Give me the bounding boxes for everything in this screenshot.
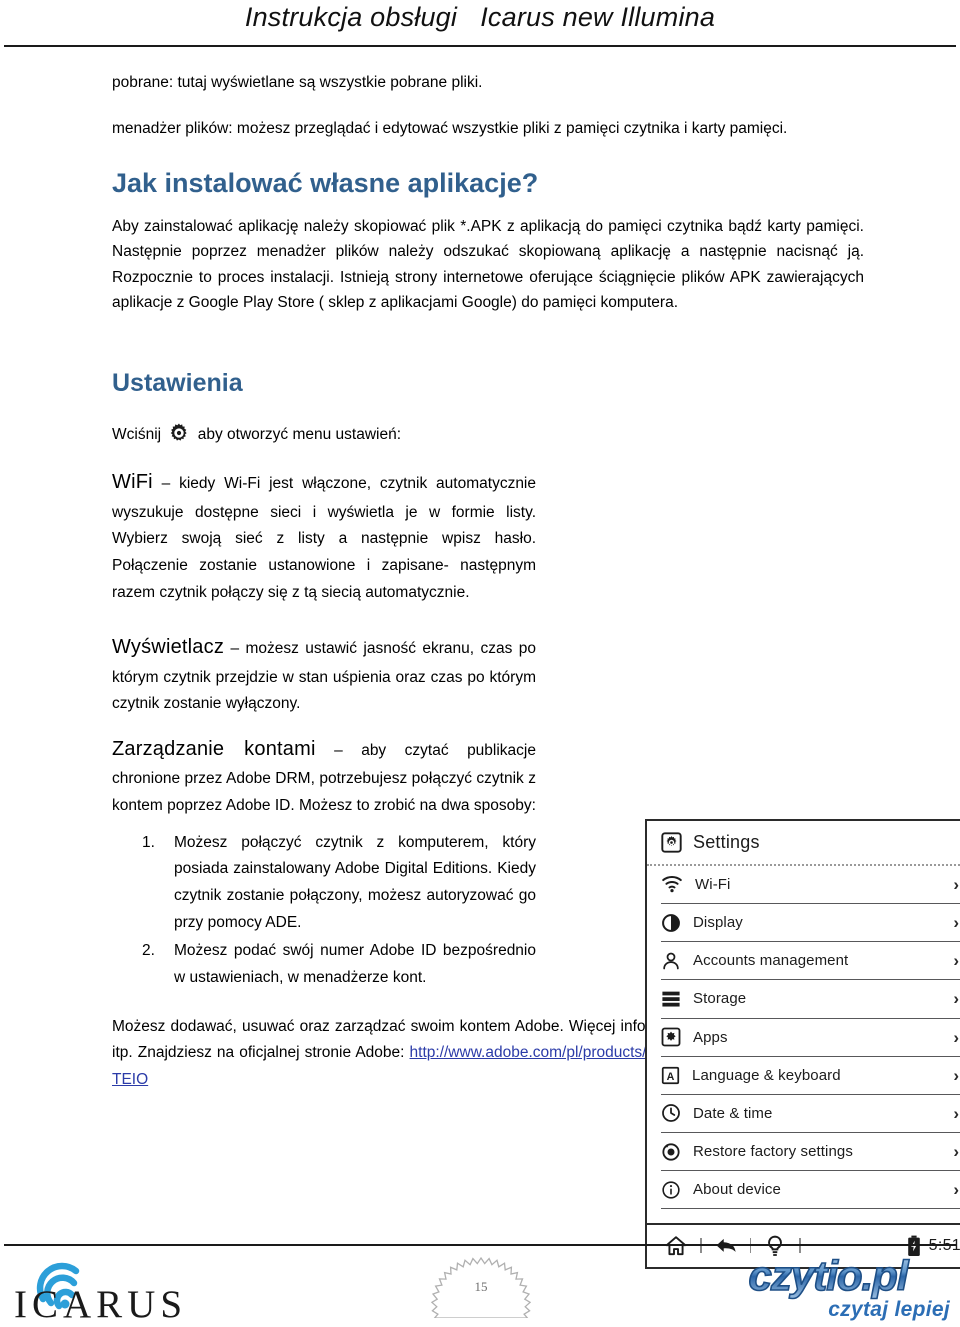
settings-row-label: Date & time — [693, 1104, 773, 1122]
document-header: Instrukcja obsługi Icarus new Illumina — [0, 0, 960, 48]
icarus-logo: ICARUS — [8, 1258, 228, 1326]
czytio-tagline: czytaj lepiej — [828, 1298, 950, 1321]
settings-gear-icon — [661, 832, 682, 853]
footer-divider — [4, 1244, 956, 1246]
settings-split-region: Wciśnij aby otworzyć menu ustawień: WiFi… — [112, 422, 960, 1269]
press-gear-line: Wciśnij aby otworzyć menu ustawień: — [112, 422, 536, 448]
chevron-right-icon: › — [953, 951, 959, 971]
document-content: pobrane: tutaj wyświetlane są wszystkie … — [112, 48, 960, 1269]
settings-row-accounts-management[interactable]: Accounts management › — [661, 942, 960, 981]
chevron-right-icon: › — [953, 874, 959, 894]
settings-row-label: Wi-Fi — [695, 875, 731, 893]
document-footer: ICARUS 15 czytio.pl czytaj lepiej — [0, 1244, 960, 1326]
wifi-body: – kiedy Wi-Fi jest włączone, czytnik aut… — [112, 475, 536, 601]
apps-icon — [661, 1027, 681, 1047]
chevron-right-icon: › — [953, 1103, 959, 1123]
intro-paragraph-filemanager: menadżer plików: możesz przeglądać i edy… — [112, 119, 788, 137]
chevron-right-icon: › — [953, 913, 959, 933]
svg-text:czytio.pl: czytio.pl — [748, 1254, 909, 1299]
storage-icon — [661, 990, 681, 1008]
language-icon: A — [661, 1066, 680, 1085]
clock-icon — [661, 1103, 681, 1123]
settings-row-label: About device — [693, 1181, 781, 1199]
press-gear-suffix: aby otworzyć menu ustawień: — [197, 425, 402, 443]
restore-icon — [661, 1142, 681, 1162]
page-number-badge: 15 — [431, 1256, 531, 1318]
header-title: Instrukcja obsługi Icarus new Illumina — [244, 2, 716, 32]
chevron-right-icon: › — [953, 989, 959, 1009]
settings-row-date-time[interactable]: Date & time › — [661, 1095, 960, 1134]
settings-row-label: Restore factory settings — [693, 1143, 853, 1161]
wifi-term: WiFi — [112, 471, 153, 494]
page-body: pobrane: tutaj wyświetlane są wszystkie … — [0, 48, 960, 1269]
list-item: Możesz podać swój numer Adobe ID bezpośr… — [142, 938, 536, 987]
settings-row-about-device[interactable]: About device › — [661, 1171, 960, 1210]
settings-row-label: Apps — [693, 1028, 728, 1046]
account-icon — [661, 951, 681, 971]
heading-settings: Ustawienia — [112, 368, 243, 397]
display-term: Wyświetlacz — [112, 636, 225, 659]
czytio-logo-wordmark: czytio.pl — [748, 1254, 912, 1300]
settings-row-display[interactable]: Display › — [661, 904, 960, 943]
device-settings-title: Settings — [693, 831, 760, 852]
header-divider — [4, 45, 956, 47]
device-settings-screenshot: Settings Wi-Fi › Display › Accounts mana… — [645, 818, 960, 1269]
settings-text-column: Wciśnij aby otworzyć menu ustawień: WiFi… — [112, 422, 536, 992]
list-item: Możesz połączyć czytnik z komputerem, kt… — [142, 830, 536, 931]
display-icon — [661, 913, 681, 933]
settings-row-label: Accounts management — [693, 952, 849, 970]
czytio-logo: czytio.pl czytaj lepiej — [704, 1254, 952, 1322]
settings-row-storage[interactable]: Storage › — [661, 980, 960, 1019]
gear-icon — [168, 422, 190, 444]
install-apps-paragraph: Aby zainstalować aplikację należy skopio… — [112, 217, 864, 312]
intro-paragraph-downloads: pobrane: tutaj wyświetlane są wszystkie … — [112, 74, 483, 91]
icarus-logo-text: ICARUS — [14, 1283, 188, 1326]
heading-install-apps: Jak instalować własne aplikacje? — [112, 168, 539, 199]
display-description: Wyświetlacz – możesz ustawić jasność ekr… — [112, 630, 536, 718]
press-gear-prefix: Wciśnij — [112, 425, 162, 443]
settings-row-label: Language & keyboard — [692, 1066, 841, 1084]
accounts-term: Zarządzanie kontami — [112, 738, 316, 761]
settings-row-label: Storage — [693, 990, 747, 1008]
settings-row-wifi[interactable]: Wi-Fi › — [661, 866, 960, 904]
accounts-methods-list: Możesz połączyć czytnik z komputerem, kt… — [112, 830, 536, 992]
chevron-right-icon: › — [953, 1065, 959, 1085]
chevron-right-icon: › — [953, 1180, 959, 1200]
svg-text:A: A — [667, 1071, 675, 1083]
page-number: 15 — [474, 1279, 488, 1294]
accounts-description: Zarządzanie kontami – aby czytać publika… — [112, 732, 536, 820]
settings-row-apps[interactable]: Apps › — [661, 1019, 960, 1057]
info-icon — [661, 1180, 681, 1200]
settings-row-language-keyboard[interactable]: A Language & keyboard › — [661, 1057, 960, 1095]
settings-row-label: Display — [693, 914, 743, 932]
chevron-right-icon: › — [953, 1142, 959, 1162]
wifi-icon — [661, 875, 683, 893]
chevron-right-icon: › — [953, 1027, 959, 1047]
wifi-description: WiFi – kiedy Wi-Fi jest włączone, czytni… — [112, 465, 536, 606]
device-settings-title-bar: Settings — [647, 821, 960, 866]
settings-row-restore-factory[interactable]: Restore factory settings › — [661, 1133, 960, 1172]
device-settings-list: Wi-Fi › Display › Accounts management › … — [647, 866, 960, 1210]
